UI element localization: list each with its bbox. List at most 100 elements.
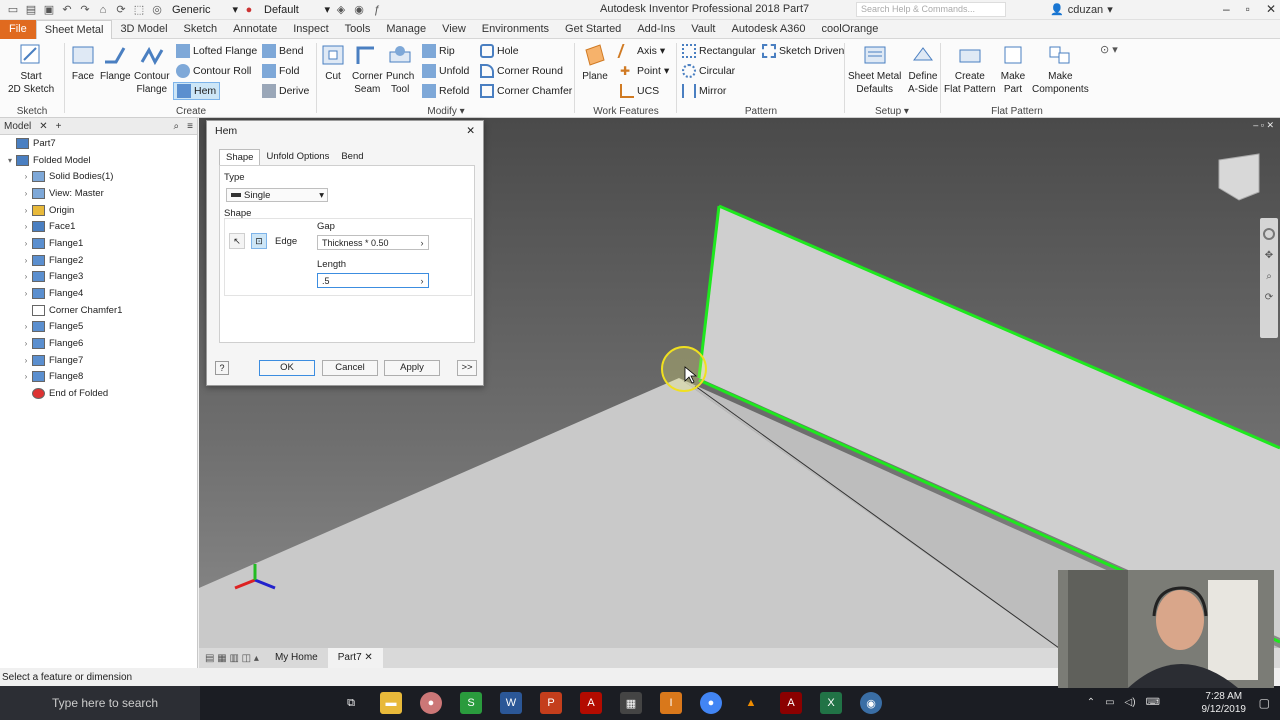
tree-expand-icon[interactable]: ▾	[4, 156, 16, 165]
tree-expand-icon[interactable]: ›	[20, 256, 32, 265]
viewport-close-icon[interactable]: ✕	[1266, 120, 1274, 130]
tree-expand-icon[interactable]: ›	[20, 206, 32, 215]
tree-expand-icon[interactable]: ›	[20, 189, 32, 198]
browser-menu-icon[interactable]: ≡	[187, 121, 197, 132]
volume-icon[interactable]: ◁)	[1125, 697, 1136, 708]
tab-get-started[interactable]: Get Started	[557, 20, 629, 39]
hole-button[interactable]: Hole	[480, 42, 519, 60]
browser-tab-model[interactable]: Model	[4, 121, 31, 132]
axis-button[interactable]: Axis ▾	[617, 42, 665, 60]
create-flat-pattern-button[interactable]: Create Flat Pattern	[944, 42, 996, 96]
tree-item[interactable]: › Solid Bodies(1)	[0, 168, 197, 185]
task-view-icon[interactable]: ⧉	[340, 692, 362, 714]
orbit-icon[interactable]: ⟳	[1260, 292, 1278, 303]
make-components-button[interactable]: Make Components	[1032, 42, 1089, 96]
tab-file[interactable]: File	[0, 19, 36, 39]
gap-input[interactable]: Thickness * 0.50 ›	[317, 235, 429, 250]
tree-item[interactable]: ▾ Folded Model	[0, 152, 197, 169]
tree-expand-icon[interactable]: ›	[20, 239, 32, 248]
network-icon[interactable]: ▭	[1105, 697, 1114, 708]
corner-seam-button[interactable]: Corner Seam	[352, 42, 383, 96]
new-file-icon[interactable]: ▭	[6, 3, 20, 17]
adjust-icon[interactable]: ◉	[352, 3, 366, 17]
word-icon[interactable]: W	[500, 692, 522, 714]
fx-icon[interactable]: ƒ	[370, 3, 384, 17]
hem-button[interactable]: Hem	[173, 82, 221, 100]
notifications-icon[interactable]: ▢	[1259, 696, 1270, 710]
acrobat-icon[interactable]: A	[580, 692, 602, 714]
maximize-icon[interactable]: ▫	[1246, 2, 1250, 16]
ucs-button[interactable]: UCS	[620, 82, 659, 100]
type-select[interactable]: Single ▾	[226, 188, 328, 202]
home-icon[interactable]: ⌂	[96, 3, 110, 17]
edge-select-arrow-icon[interactable]: ↖	[229, 233, 245, 249]
tab-3d-model[interactable]: 3D Model	[112, 20, 175, 39]
chrome-canary-icon[interactable]: ●	[420, 692, 442, 714]
dialog-tab-unfold-options[interactable]: Unfold Options	[260, 149, 335, 165]
pan-icon[interactable]: ✥	[1260, 250, 1278, 261]
tree-item[interactable]: End of Folded	[0, 385, 197, 402]
pdf-reader-icon[interactable]: A	[780, 692, 802, 714]
tab-a360[interactable]: Autodesk A360	[724, 20, 814, 39]
tree-expand-icon[interactable]: ›	[20, 222, 32, 231]
doc-tab-my-home[interactable]: My Home	[265, 648, 328, 668]
make-part-button[interactable]: Make Part	[1000, 42, 1026, 96]
tab-sketch[interactable]: Sketch	[176, 20, 226, 39]
start-2d-sketch-button[interactable]: Start 2D Sketch	[8, 42, 54, 96]
tab-sheet-metal[interactable]: Sheet Metal	[35, 19, 113, 39]
material-dropdown[interactable]: Generic ▾	[168, 3, 238, 17]
tree-expand-icon[interactable]: ›	[20, 356, 32, 365]
select-icon[interactable]: ⬚	[132, 3, 146, 17]
zoom-icon[interactable]: ⌕	[1260, 271, 1278, 282]
mirror-button[interactable]: Mirror	[682, 82, 726, 100]
doc-tab-close-icon[interactable]: ✕	[364, 652, 372, 663]
navigation-wheel-icon[interactable]	[1263, 228, 1275, 240]
tree-item[interactable]: › Face1	[0, 218, 197, 235]
corner-round-button[interactable]: Corner Round	[480, 62, 563, 80]
apply-button[interactable]: Apply	[384, 360, 440, 376]
update-icon[interactable]: ⟳	[114, 3, 128, 17]
screencast-icon[interactable]: ◉	[860, 692, 882, 714]
lofted-flange-button[interactable]: Lofted Flange	[176, 42, 257, 60]
contour-roll-button[interactable]: Contour Roll	[176, 62, 251, 80]
vlc-icon[interactable]: ▲	[740, 692, 762, 714]
edge-select-button[interactable]: ⊡	[251, 233, 267, 249]
length-input[interactable]: .5 ›	[317, 273, 429, 288]
tab-coolorange[interactable]: coolOrange	[814, 20, 887, 39]
unfold-button[interactable]: Unfold	[422, 62, 469, 80]
cut-button[interactable]: Cut	[320, 42, 346, 83]
ok-button[interactable]: OK	[259, 360, 315, 376]
punch-tool-button[interactable]: Punch Tool	[386, 42, 414, 96]
tree-item[interactable]: › Flange2	[0, 252, 197, 269]
file-explorer-icon[interactable]: ▬	[380, 692, 402, 714]
length-arrow-icon[interactable]: ›	[416, 276, 428, 286]
circular-pattern-button[interactable]: Circular	[682, 62, 735, 80]
calculator-icon[interactable]: ▦	[620, 692, 642, 714]
tree-item[interactable]: › Origin	[0, 202, 197, 219]
dialog-tab-shape[interactable]: Shape	[219, 149, 261, 165]
tab-view[interactable]: View	[434, 20, 474, 39]
clear-override-icon[interactable]: ◈	[334, 3, 348, 17]
tab-environments[interactable]: Environments	[474, 20, 557, 39]
tree-item[interactable]: › Flange6	[0, 335, 197, 352]
minimize-icon[interactable]: –	[1223, 2, 1230, 16]
open-folder-icon[interactable]: ▤	[24, 3, 38, 17]
tree-item[interactable]: Part7	[0, 135, 197, 152]
tree-item[interactable]: › Flange7	[0, 352, 197, 369]
browser-close-icon[interactable]: ✕	[39, 121, 47, 132]
bend-button[interactable]: Bend	[262, 42, 304, 60]
powerpoint-icon[interactable]: P	[540, 692, 562, 714]
tree-item[interactable]: › Flange4	[0, 285, 197, 302]
tab-add-ins[interactable]: Add-Ins	[629, 20, 683, 39]
help-search-input[interactable]: Search Help & Commands...	[856, 2, 1006, 17]
tile-layout-icon[interactable]: ▤ ▦ ▥ ◫ ▴	[199, 653, 265, 664]
inventor-icon[interactable]: I	[660, 692, 682, 714]
taskbar-clock[interactable]: 7:28 AM 9/12/2019	[1202, 690, 1247, 716]
tab-inspect[interactable]: Inspect	[285, 20, 336, 39]
tree-item[interactable]: Corner Chamfer1	[0, 302, 197, 319]
close-icon[interactable]: ✕	[1266, 2, 1276, 16]
gap-arrow-icon[interactable]: ›	[416, 238, 428, 248]
help-icon[interactable]: ?	[215, 361, 229, 375]
rectangular-pattern-button[interactable]: Rectangular	[682, 42, 756, 60]
tab-manage[interactable]: Manage	[378, 20, 434, 39]
